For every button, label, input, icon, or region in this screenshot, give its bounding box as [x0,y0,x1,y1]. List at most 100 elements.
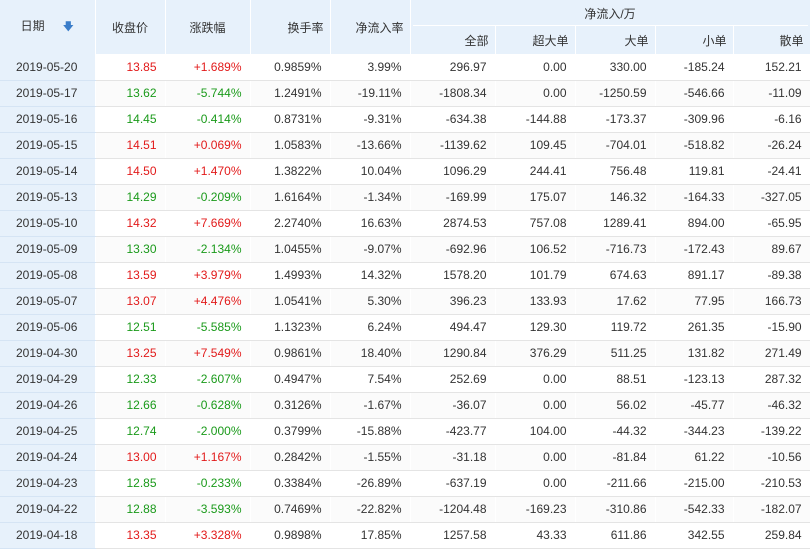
cell-change: +1.689% [165,54,251,81]
cell-all: -692.96 [410,236,496,263]
cell-date: 2019-05-17 [0,80,96,107]
cell-close: 13.30 [95,236,166,263]
down-arrow-icon[interactable]: 🡇 [63,21,74,33]
cell-retail: -10.56 [733,444,810,471]
cell-all: -1139.62 [410,132,496,159]
cell-all: -169.99 [410,184,496,211]
col-header-super-large[interactable]: 超大单 [495,26,576,54]
table-row: 2019-05-16 14.45 -0.414% 0.8731% -9.31% -634.… [0,106,810,133]
cell-change: -5.744% [165,80,251,107]
cell-change: -0.209% [165,184,251,211]
col-header-change[interactable]: 涨跌幅 [165,0,251,54]
cell-change: -0.414% [165,106,251,133]
cell-net-rate: 18.40% [330,340,411,367]
cell-super-large: 43.33 [495,522,576,549]
cell-date: 2019-05-10 [0,210,96,237]
cell-date: 2019-05-09 [0,236,96,263]
cell-small: -309.96 [655,106,734,133]
cell-all: 494.47 [410,314,496,341]
cell-all: -634.38 [410,106,496,133]
cell-retail: 259.84 [733,522,810,549]
cell-large: -211.66 [575,470,656,497]
cell-all: -36.07 [410,392,496,419]
cell-net-rate: 5.30% [330,288,411,315]
cell-net-rate: -13.66% [330,132,411,159]
cell-large: 146.32 [575,184,656,211]
cell-date: 2019-04-25 [0,418,96,445]
col-header-date-label: 日期 [20,19,45,33]
cell-turnover: 0.3126% [250,392,331,419]
cell-retail: 152.21 [733,54,810,81]
cell-small: -123.13 [655,366,734,393]
col-header-turnover[interactable]: 换手率 [250,0,331,54]
cell-super-large: -144.88 [495,106,576,133]
cell-small: -164.33 [655,184,734,211]
col-header-net-rate[interactable]: 净流入率 [330,0,411,54]
col-header-date[interactable]: 日期 🡇 [0,0,96,54]
cell-close: 12.88 [95,496,166,523]
cell-retail: -24.41 [733,158,810,185]
cell-large: -310.86 [575,496,656,523]
col-header-retail[interactable]: 散单 [733,26,810,54]
cell-net-rate: -9.31% [330,106,411,133]
cell-small: 894.00 [655,210,734,237]
cell-change: -2.134% [165,236,251,263]
cell-retail: -26.24 [733,132,810,159]
table-row: 2019-04-22 12.88 -3.593% 0.7469% -22.82% -120… [0,496,810,523]
table-row: 2019-05-20 13.85 +1.689% 0.9859% 3.99% 296.97… [0,54,810,81]
cell-turnover: 1.0541% [250,288,331,315]
cell-close: 14.29 [95,184,166,211]
cell-super-large: 106.52 [495,236,576,263]
cell-all: -31.18 [410,444,496,471]
cell-large: 56.02 [575,392,656,419]
cell-large: 119.72 [575,314,656,341]
cell-turnover: 0.9859% [250,54,331,81]
cell-super-large: 244.41 [495,158,576,185]
cell-large: 674.63 [575,262,656,289]
cell-close: 12.51 [95,314,166,341]
cell-retail: -6.16 [733,106,810,133]
table-row: 2019-04-26 12.66 -0.628% 0.3126% -1.67% -36.0… [0,392,810,419]
cell-date: 2019-04-18 [0,522,96,549]
cell-net-rate: 3.99% [330,54,411,81]
cell-net-rate: 16.63% [330,210,411,237]
cell-all: 296.97 [410,54,496,81]
cell-retail: -182.07 [733,496,810,523]
cell-small: -542.33 [655,496,734,523]
cell-net-rate: -1.34% [330,184,411,211]
cell-small: 342.55 [655,522,734,549]
cell-super-large: 101.79 [495,262,576,289]
cell-date: 2019-05-13 [0,184,96,211]
cell-turnover: 1.3822% [250,158,331,185]
cell-change: -5.585% [165,314,251,341]
cell-super-large: 0.00 [495,54,576,81]
col-header-all[interactable]: 全部 [410,26,496,54]
cell-net-rate: 14.32% [330,262,411,289]
col-header-close[interactable]: 收盘价 [95,0,166,54]
cell-large: 17.62 [575,288,656,315]
table-row: 2019-04-29 12.33 -2.607% 0.4947% 7.54% 252.69… [0,366,810,393]
cell-turnover: 1.0455% [250,236,331,263]
cell-date: 2019-05-14 [0,158,96,185]
cell-net-rate: -1.55% [330,444,411,471]
cell-net-rate: -19.11% [330,80,411,107]
cell-change: +7.669% [165,210,251,237]
cell-super-large: 0.00 [495,80,576,107]
cell-date: 2019-05-20 [0,54,96,81]
table-row: 2019-05-06 12.51 -5.585% 1.1323% 6.24% 494.47… [0,314,810,341]
table-row: 2019-05-10 14.32 +7.669% 2.2740% 16.63% 2874.… [0,210,810,237]
col-header-small[interactable]: 小单 [655,26,734,54]
cell-retail: 89.67 [733,236,810,263]
cell-close: 12.74 [95,418,166,445]
cell-small: -215.00 [655,470,734,497]
cell-net-rate: 6.24% [330,314,411,341]
cell-super-large: 757.08 [495,210,576,237]
cell-turnover: 0.3799% [250,418,331,445]
cell-super-large: 0.00 [495,366,576,393]
cell-all: 1290.84 [410,340,496,367]
cell-retail: -327.05 [733,184,810,211]
cell-small: -344.23 [655,418,734,445]
cell-super-large: -169.23 [495,496,576,523]
cell-retail: -15.90 [733,314,810,341]
col-header-large[interactable]: 大单 [575,26,656,54]
